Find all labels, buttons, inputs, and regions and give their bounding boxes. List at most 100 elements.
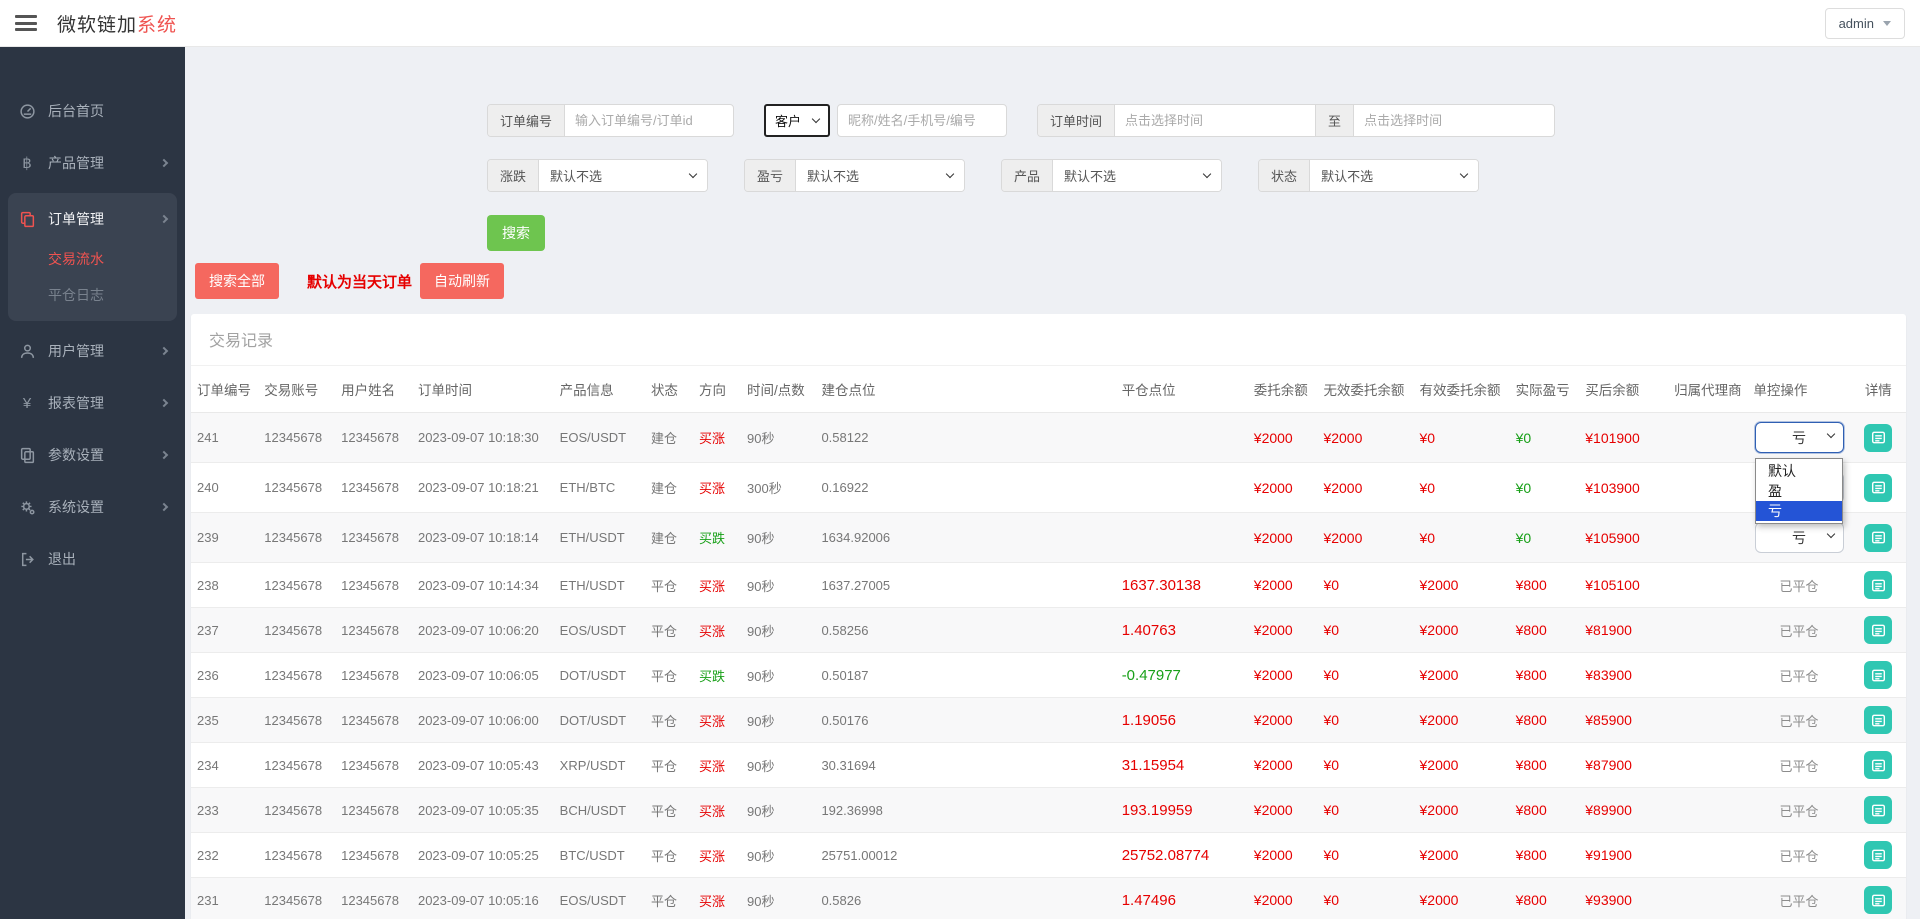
cell-duration: 90秒 — [741, 743, 815, 788]
cell-detail — [1851, 833, 1906, 878]
cell-account: 12345678 — [258, 413, 335, 463]
sidebar-item-reports[interactable]: ¥ 报表管理 — [0, 381, 185, 425]
sidebar-item-users[interactable]: 用户管理 — [0, 329, 185, 373]
list-icon — [1871, 480, 1886, 495]
column-header: 平仓点位 — [1116, 366, 1248, 413]
cell-order-time: 2023-09-07 10:05:35 — [412, 788, 554, 833]
sidebar-item-products[interactable]: ฿ 产品管理 — [0, 141, 185, 185]
product-filter-select[interactable]: 默认不选 — [1053, 160, 1221, 191]
cell-close-point — [1116, 463, 1248, 513]
closed-status-text: 已平仓 — [1779, 624, 1818, 639]
detail-button[interactable] — [1864, 841, 1892, 869]
table-row: 233 12345678 12345678 2023-09-07 10:05:3… — [191, 788, 1906, 833]
control-select[interactable]: 亏 — [1755, 422, 1844, 453]
order-time-group: 订单时间 至 — [1037, 104, 1555, 137]
table-row: 232 12345678 12345678 2023-09-07 10:05:2… — [191, 833, 1906, 878]
column-header: 买后余额 — [1579, 366, 1668, 413]
cell-entrust-balance: ¥2000 — [1248, 878, 1318, 919]
admin-dropdown[interactable]: admin — [1825, 8, 1905, 39]
cell-actual-pl: ¥800 — [1510, 788, 1580, 833]
cell-username: 12345678 — [335, 878, 412, 919]
search-button[interactable]: 搜索 — [487, 215, 545, 251]
cell-duration: 90秒 — [741, 653, 815, 698]
hamburger-menu-icon[interactable] — [15, 15, 37, 31]
trade-records-panel: 交易记录 订单编号交易账号用户姓名订单时间产品信息状态方向时间/点数建仓点位平仓… — [191, 314, 1906, 919]
customer-type-select[interactable]: 客户 — [764, 104, 830, 137]
chevron-right-icon — [160, 159, 168, 167]
status-filter-select[interactable]: 默认不选 — [1310, 160, 1478, 191]
profitloss-filter-select[interactable]: 默认不选 — [796, 160, 964, 191]
cell-direction: 买涨 — [693, 608, 741, 653]
cell-direction: 买跌 — [693, 513, 741, 563]
sidebar-item-parameters[interactable]: 参数设置 — [0, 433, 185, 477]
cell-control: 已平仓 — [1747, 878, 1850, 919]
cell-account: 12345678 — [258, 608, 335, 653]
cell-direction: 买涨 — [693, 413, 741, 463]
detail-button[interactable] — [1864, 886, 1892, 914]
cell-account: 12345678 — [258, 698, 335, 743]
cell-valid-entrust: ¥2000 — [1414, 788, 1510, 833]
closed-status-text: 已平仓 — [1779, 579, 1818, 594]
cell-valid-entrust: ¥0 — [1414, 513, 1510, 563]
auto-refresh-button[interactable]: 自动刷新 — [420, 263, 504, 299]
cell-username: 12345678 — [335, 743, 412, 788]
list-icon — [1871, 713, 1886, 728]
time-from-input[interactable] — [1115, 105, 1315, 136]
cell-actual-pl: ¥800 — [1510, 563, 1580, 608]
cell-account: 12345678 — [258, 563, 335, 608]
cell-valid-entrust: ¥0 — [1414, 463, 1510, 513]
cell-detail — [1851, 743, 1906, 788]
search-all-button[interactable]: 搜索全部 — [195, 263, 279, 299]
detail-button[interactable] — [1864, 706, 1892, 734]
column-header: 用户姓名 — [335, 366, 412, 413]
cell-username: 12345678 — [335, 463, 412, 513]
chevron-down-icon — [812, 115, 820, 123]
order-no-input[interactable] — [565, 105, 733, 136]
cell-agent — [1668, 788, 1747, 833]
list-icon — [1871, 668, 1886, 683]
sidebar-item-logout[interactable]: 退出 — [0, 537, 185, 581]
cell-detail — [1851, 413, 1906, 463]
cell-invalid-entrust: ¥2000 — [1317, 463, 1413, 513]
cell-invalid-entrust: ¥0 — [1317, 743, 1413, 788]
time-to-input[interactable] — [1354, 105, 1554, 136]
cell-duration: 90秒 — [741, 878, 815, 919]
detail-button[interactable] — [1864, 424, 1892, 452]
table-row: 240 12345678 12345678 2023-09-07 10:18:2… — [191, 463, 1906, 513]
detail-button[interactable] — [1864, 661, 1892, 689]
control-select[interactable]: 亏 — [1755, 522, 1844, 553]
cell-order-no: 235 — [191, 698, 258, 743]
chevron-right-icon — [160, 451, 168, 459]
sidebar-item-system-settings[interactable]: 系统设置 — [0, 485, 185, 529]
sidebar-item-dashboard[interactable]: 后台首页 — [0, 89, 185, 133]
dropdown-option[interactable]: 默认 — [1756, 461, 1842, 481]
cell-status: 建仓 — [645, 513, 693, 563]
cell-duration: 90秒 — [741, 833, 815, 878]
search-filters: 订单编号 客户 订单时间 至 — [487, 104, 1906, 251]
cell-control: 已平仓 — [1747, 563, 1850, 608]
chevron-down-icon — [1826, 530, 1834, 538]
profitloss-filter-label: 盈亏 — [745, 160, 796, 191]
cell-agent — [1668, 608, 1747, 653]
detail-button[interactable] — [1864, 751, 1892, 779]
cell-open-point: 0.5826 — [815, 878, 1115, 919]
updown-filter-select[interactable]: 默认不选 — [539, 160, 707, 191]
detail-button[interactable] — [1864, 796, 1892, 824]
detail-button[interactable] — [1864, 616, 1892, 644]
list-icon — [1871, 578, 1886, 593]
dropdown-option[interactable]: 亏 — [1756, 501, 1842, 521]
cell-product: DOT/USDT — [554, 698, 645, 743]
sidebar-item-close-log[interactable]: 平仓日志 — [8, 277, 177, 313]
cell-invalid-entrust: ¥0 — [1317, 608, 1413, 653]
detail-button[interactable] — [1864, 474, 1892, 502]
sidebar-item-trade-flow[interactable]: 交易流水 — [8, 241, 177, 277]
customer-input[interactable] — [838, 105, 1006, 136]
user-icon — [18, 343, 36, 360]
cell-detail — [1851, 788, 1906, 833]
sidebar-item-order-management[interactable]: 订单管理 — [8, 197, 177, 241]
detail-button[interactable] — [1864, 571, 1892, 599]
cell-account: 12345678 — [258, 878, 335, 919]
cell-actual-pl: ¥0 — [1510, 463, 1580, 513]
detail-button[interactable] — [1864, 524, 1892, 552]
dropdown-option[interactable]: 盈 — [1756, 481, 1842, 501]
